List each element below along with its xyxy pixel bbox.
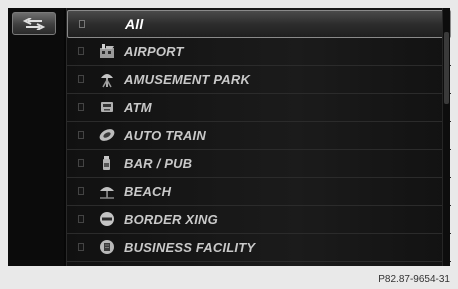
list-item-amusement-park[interactable]: AMUSEMENT PARK xyxy=(67,66,451,94)
category-list: All AIRPORT AMUSEMENT PARK ATM AUTO TRAI… xyxy=(66,8,451,266)
figure-caption: P82.87-9654-31 xyxy=(378,274,450,285)
airport-icon xyxy=(97,41,117,61)
list-item-label: BUSINESS FACILITY xyxy=(124,239,256,255)
selection-checkbox[interactable] xyxy=(79,19,85,28)
beach-icon xyxy=(97,181,117,201)
list-item-label: AIRPORT xyxy=(124,43,184,59)
selection-checkbox[interactable] xyxy=(78,215,84,224)
selection-checkbox[interactable] xyxy=(78,159,84,168)
list-item-label: All xyxy=(125,15,144,32)
list-item-auto-train[interactable]: AUTO TRAIN xyxy=(67,122,451,150)
border-crossing-icon xyxy=(97,209,117,229)
manual-figure: All AIRPORT AMUSEMENT PARK ATM AUTO TRAI… xyxy=(0,0,458,289)
list-item-label: ATM xyxy=(124,99,152,115)
selection-checkbox[interactable] xyxy=(78,103,84,112)
list-item-business-facility[interactable]: BUSINESS FACILITY xyxy=(67,234,451,262)
amusement-park-icon xyxy=(97,69,117,89)
list-item-border-xing[interactable]: BORDER XING xyxy=(67,206,451,234)
left-column xyxy=(8,8,64,266)
selection-checkbox[interactable] xyxy=(78,131,84,140)
back-button[interactable] xyxy=(12,12,56,35)
selection-checkbox[interactable] xyxy=(78,75,84,84)
list-item-label: BEACH xyxy=(124,183,172,199)
business-facility-icon xyxy=(97,237,117,257)
list-item-label: AUTO TRAIN xyxy=(124,127,206,143)
list-item-beach[interactable]: BEACH xyxy=(67,178,451,206)
poi-category-screen: All AIRPORT AMUSEMENT PARK ATM AUTO TRAI… xyxy=(8,8,451,266)
back-arrow-icon xyxy=(22,17,46,30)
bar-pub-icon xyxy=(97,153,117,173)
list-item-airport[interactable]: AIRPORT xyxy=(67,38,451,66)
scrollbar[interactable] xyxy=(442,8,450,266)
list-item-all[interactable]: All xyxy=(67,10,451,38)
list-item-label: AMUSEMENT PARK xyxy=(124,71,251,87)
selection-checkbox[interactable] xyxy=(78,47,84,56)
auto-train-icon xyxy=(97,125,117,145)
list-item-label: BAR / PUB xyxy=(124,155,193,171)
selection-checkbox[interactable] xyxy=(78,243,84,252)
atm-icon xyxy=(97,97,117,117)
list-item-atm[interactable]: ATM xyxy=(67,94,451,122)
list-item-label: BORDER XING xyxy=(124,211,218,227)
scrollbar-thumb[interactable] xyxy=(444,32,449,104)
selection-checkbox[interactable] xyxy=(78,187,84,196)
list-item-bar-pub[interactable]: BAR / PUB xyxy=(67,150,451,178)
